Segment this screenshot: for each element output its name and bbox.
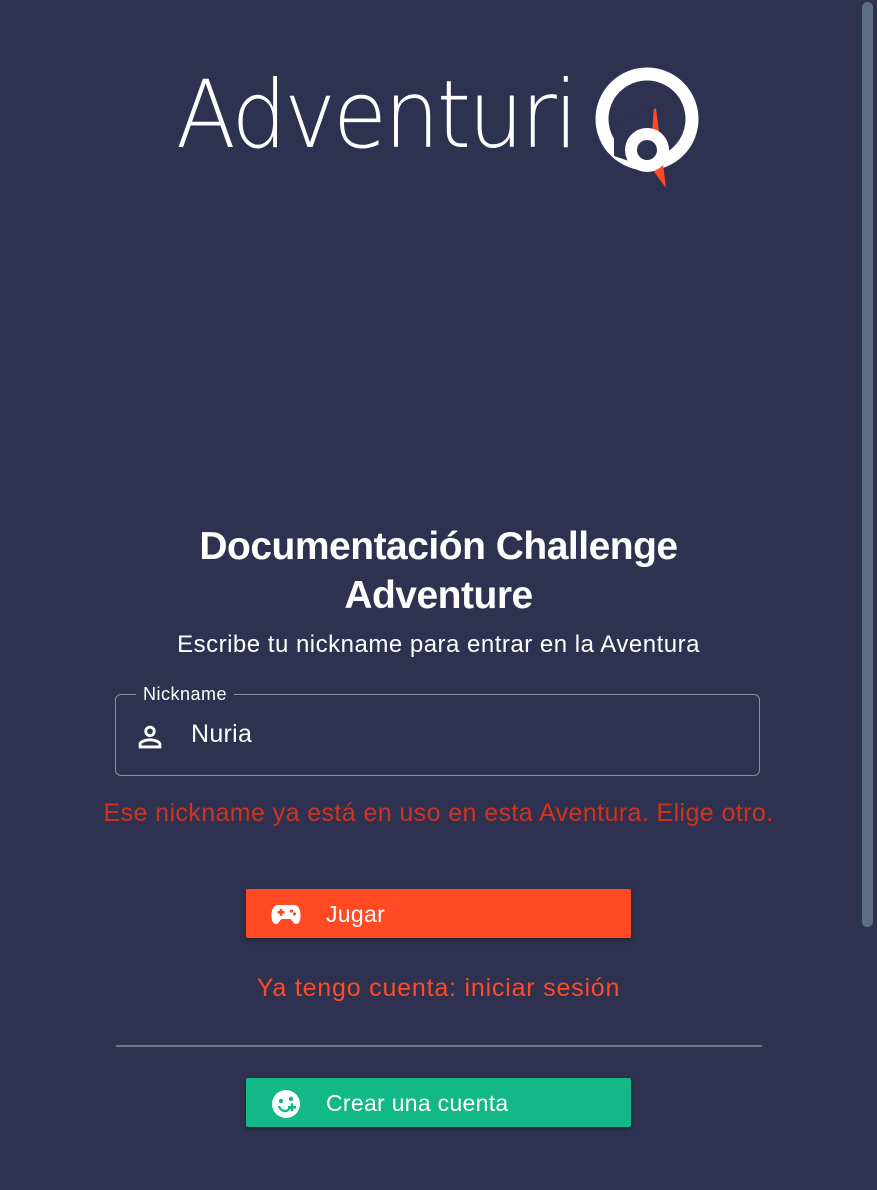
divider (116, 1045, 762, 1047)
logo-text: Adventuri (176, 61, 578, 170)
page-title: Documentación Challenge Adventure (199, 525, 678, 617)
face-add-icon (272, 1090, 300, 1118)
person-icon (138, 725, 162, 749)
nickname-input[interactable]: Nuria (191, 719, 252, 749)
play-button-label: Jugar (326, 901, 386, 927)
create-account-button-label: Crear una cuenta (326, 1090, 509, 1116)
logo-pin-icon (595, 67, 699, 188)
login-link[interactable]: Ya tengo cuenta: iniciar sesión (100, 972, 777, 1004)
nickname-field[interactable]: Nickname Nuria (115, 683, 760, 776)
create-account-button[interactable]: Crear una cuenta (246, 1078, 631, 1127)
play-button[interactable]: Jugar (246, 889, 631, 938)
nickname-error-message: Ese nickname ya está en uso en esta Aven… (103, 799, 774, 827)
gamepad-icon (271, 905, 301, 924)
scrollbar[interactable] (862, 2, 873, 927)
app-logo: Adventuri (176, 56, 706, 196)
page-subtitle: Escribe tu nickname para entrar en la Av… (177, 631, 700, 658)
nickname-label: Nickname (136, 683, 235, 705)
